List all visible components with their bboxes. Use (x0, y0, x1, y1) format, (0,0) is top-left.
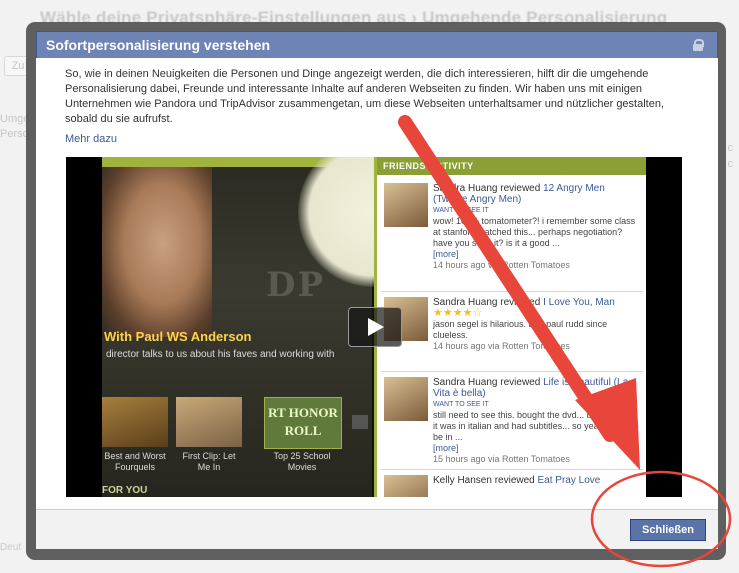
background-left-line: Perso (0, 128, 29, 140)
play-icon[interactable] (348, 307, 402, 347)
video-thumb-caption: First Clip: Let Me In (182, 451, 236, 472)
activity-name: Kelly Hansen reviewed (433, 475, 535, 486)
activity-item: Sandra Huang reviewed I Love You, Man ★★… (381, 293, 643, 372)
video-person-image (102, 167, 212, 337)
avatar (384, 183, 428, 227)
friends-activity-panel: FRIENDS ACTIVITY Sandra Huang reviewed 1… (374, 157, 647, 497)
background-left-text: Umge Perso (0, 112, 29, 142)
lock-icon (693, 39, 704, 51)
activity-movie: I Love You, Man (543, 297, 615, 308)
video-thumb-caption: Best and Worst Fourquels (104, 451, 166, 472)
dialog-title: Sofortpersonalisierung verstehen (46, 37, 271, 53)
activity-more-link: [more] (433, 443, 459, 453)
more-info-link[interactable]: Mehr dazu (65, 133, 117, 145)
dialog-description: So, wie in deinen Neuigkeiten die Person… (65, 68, 665, 125)
dialog-header: Sofortpersonalisierung verstehen (36, 31, 718, 58)
background-right-text: cc (727, 142, 734, 170)
avatar (384, 475, 428, 497)
activity-name: Sandra Huang reviewed (433, 183, 541, 194)
video-thumb-1 (102, 397, 168, 447)
activity-item: Sandra Huang reviewed 12 Angry Men (Twel… (381, 179, 643, 292)
activity-name: Sandra Huang reviewed (433, 377, 541, 388)
activity-movie: Eat Pray Love (537, 475, 601, 486)
dialog-footer: Schließen (36, 509, 718, 549)
activity-meta: 14 hours ago via Rotten Tomatoes (433, 341, 570, 351)
activity-meta: 14 hours ago via Rotten Tomatoes (433, 260, 570, 270)
video-caption: With Paul WS Anderson (104, 329, 252, 344)
activity-more-link: [more] (433, 249, 459, 259)
activity-item: Kelly Hansen reviewed Eat Pray Love (381, 471, 643, 497)
video-letterbox-left (66, 157, 102, 497)
video-bottom-label: FOR YOU (102, 485, 148, 496)
want-to-see-badge: WANT TO SEE IT (433, 401, 489, 408)
dialog: Sofortpersonalisierung verstehen So, wie… (36, 31, 718, 549)
video-subcaption: director talks to us about his faves and… (106, 349, 335, 360)
video-background-logo: DP (266, 265, 326, 305)
close-button[interactable]: Schließen (630, 519, 706, 541)
video-thumb-3: RT HONOR ROLL (264, 397, 342, 449)
activity-text: jason segel is hilarious. and paul rudd … (433, 319, 608, 340)
activity-text: still need to see this. bought the dvd..… (433, 410, 639, 442)
video-thumb-caption: Top 25 School Movies (273, 451, 331, 472)
avatar (384, 377, 428, 421)
activity-text: wow! 100% tomatometer?! i remember some … (433, 216, 636, 248)
video-thumb-2 (176, 397, 242, 447)
video-player[interactable]: DP With Paul WS Anderson director talks … (66, 157, 682, 497)
want-to-see-badge: WANT TO SEE IT (433, 207, 489, 214)
video-thumb-3-title: RT HONOR ROLL (268, 405, 338, 438)
activity-item: Sandra Huang reviewed Life is Beautiful … (381, 373, 643, 470)
video-letterbox-right (646, 157, 682, 497)
video-next-arrow-icon (352, 415, 368, 429)
rating-stars: ★★★★☆ (433, 307, 483, 319)
background-left-line: Umge (0, 113, 30, 125)
activity-meta: 15 hours ago via Rotten Tomatoes (433, 454, 570, 464)
background-footer: Deut (0, 542, 22, 553)
friends-activity-header: FRIENDS ACTIVITY (377, 157, 647, 175)
